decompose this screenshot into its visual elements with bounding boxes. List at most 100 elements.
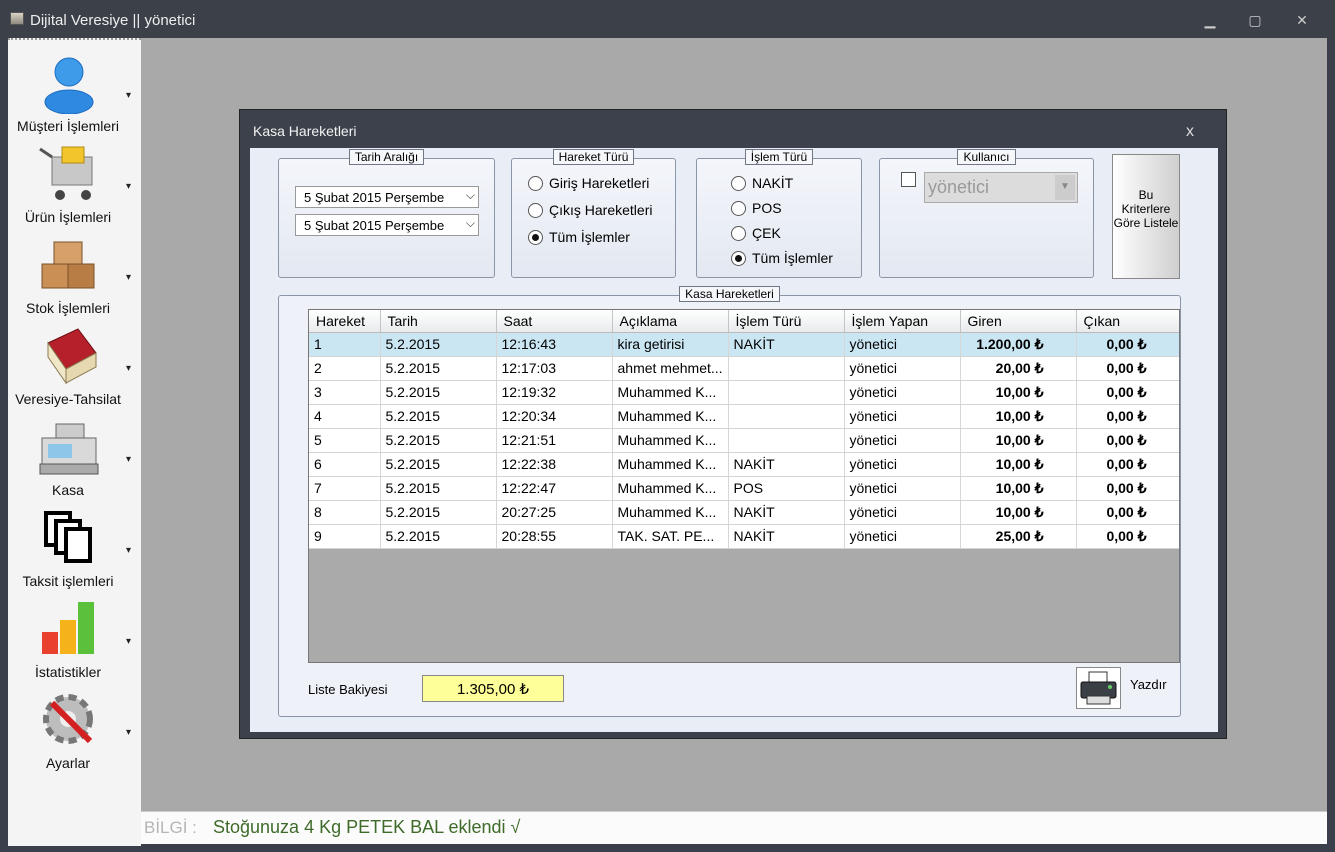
column-header[interactable]: Çıkan <box>1076 310 1179 333</box>
chevron-down-icon[interactable]: ▾ <box>126 545 131 556</box>
table-cell: NAKİT <box>728 524 845 549</box>
chevron-down-icon[interactable]: ▾ <box>126 454 131 465</box>
table-cell: 3 <box>309 380 381 405</box>
date-to-picker[interactable]: 5 Şubat 2015 Perşembe ⌵ <box>295 214 479 236</box>
column-header[interactable]: Hareket <box>309 310 381 333</box>
chevron-down-icon[interactable]: ▾ <box>126 636 131 647</box>
radio-button[interactable] <box>528 203 543 218</box>
cash-register-icon <box>39 423 99 475</box>
date-from-value: 5 Şubat 2015 Perşembe <box>304 190 445 205</box>
table-cell: 9 <box>309 524 381 549</box>
table-cell: Muhammed K... <box>612 404 729 429</box>
table-cell: 2 <box>309 356 381 381</box>
sidebar-item-customers[interactable]: Müşteri İşlemleri ▾ <box>8 46 141 137</box>
table-cell: POS <box>728 476 845 501</box>
sidebar-item-settings[interactable]: Ayarlar ▾ <box>8 683 141 774</box>
maximize-button[interactable]: ▢ <box>1245 12 1265 30</box>
date-from-picker[interactable]: 5 Şubat 2015 Perşembe ⌵ <box>295 186 479 208</box>
print-label[interactable]: Yazdır <box>1130 677 1167 692</box>
radio-button[interactable] <box>528 176 543 191</box>
table-cell: 5.2.2015 <box>380 476 497 501</box>
radio-button[interactable] <box>731 226 746 241</box>
table-cell: 10,00 ₺ <box>960 500 1077 525</box>
sidebar-item-stock[interactable]: Stok İşlemleri ▾ <box>8 228 141 319</box>
group-legend: Hareket Türü <box>552 149 635 165</box>
copy-icon <box>44 511 92 563</box>
table-row[interactable]: 2 5.2.2015 12:17:03 ahmet mehmet... yönetici… <box>309 356 1179 381</box>
table-cell <box>728 428 845 453</box>
column-header[interactable]: Saat <box>496 310 613 333</box>
user-filter-checkbox[interactable] <box>901 172 916 187</box>
boxes-icon <box>41 241 95 289</box>
table-cell: yönetici <box>844 380 961 405</box>
settings-icon <box>43 694 93 744</box>
movements-table[interactable]: Hareket Tarih Saat Açıklama İşlem Türü İşlem … <box>308 309 1180 663</box>
table-cell: 12:16:43 <box>496 332 613 357</box>
dialog-close-button[interactable]: x <box>1186 123 1194 141</box>
chevron-down-icon[interactable]: ▼ <box>1055 175 1075 200</box>
radio-incoming[interactable]: Giriş Hareketleri <box>528 175 649 193</box>
table-cell: yönetici <box>844 524 961 549</box>
table-cell: 10,00 ₺ <box>960 404 1077 429</box>
dialog-body: Tarih Aralığı 5 Şubat 2015 Perşembe ⌵ 5 … <box>250 148 1218 732</box>
column-header[interactable]: İşlem Yapan <box>844 310 961 333</box>
table-row[interactable]: 8 5.2.2015 20:27:25 Muhammed K... NAKİT yönet… <box>309 500 1179 525</box>
radio-all-movements[interactable]: Tüm İşlemler <box>528 229 630 247</box>
table-cell: 0,00 ₺ <box>1076 428 1179 453</box>
column-header[interactable]: Giren <box>960 310 1077 333</box>
table-cell: yönetici <box>844 500 961 525</box>
sidebar-item-installments[interactable]: Taksit işlemleri ▾ <box>8 501 141 592</box>
chevron-down-icon[interactable]: ⌵ <box>466 216 475 231</box>
table-cell: 20:28:55 <box>496 524 613 549</box>
bar-chart-icon <box>42 602 94 654</box>
radio-outgoing[interactable]: Çıkış Hareketleri <box>528 202 652 220</box>
printer-icon-graphic <box>1080 671 1117 705</box>
table-row[interactable]: 7 5.2.2015 12:22:47 Muhammed K... POS yönetic… <box>309 476 1179 501</box>
column-header[interactable]: Açıklama <box>612 310 729 333</box>
table-cell: NAKİT <box>728 332 845 357</box>
table-row[interactable]: 3 5.2.2015 12:19:32 Muhammed K... yönetici 10… <box>309 380 1179 405</box>
table-cell: Muhammed K... <box>612 500 729 525</box>
table-row[interactable]: 1 5.2.2015 12:16:43 kira getirisi NAKİT yönet… <box>309 332 1179 357</box>
chevron-down-icon[interactable]: ▾ <box>126 727 131 738</box>
radio-pos[interactable]: POS <box>731 200 782 218</box>
table-cell: 5.2.2015 <box>380 380 497 405</box>
radio-button[interactable] <box>731 251 746 266</box>
chevron-down-icon[interactable]: ▾ <box>126 181 131 192</box>
list-by-criteria-button[interactable]: Bu Kriterlere Göre Listele <box>1112 154 1180 279</box>
sidebar-item-statistics[interactable]: İstatistikler ▾ <box>8 592 141 683</box>
radio-all-transactions[interactable]: Tüm İşlemler <box>731 250 833 268</box>
table-cell: NAKİT <box>728 500 845 525</box>
sidebar-item-credit[interactable]: Veresiye-Tahsilat ▾ <box>8 319 141 410</box>
balance-label: Liste Bakiyesi <box>308 682 388 697</box>
table-row[interactable]: 4 5.2.2015 12:20:34 Muhammed K... yönetici 10… <box>309 404 1179 429</box>
radio-check[interactable]: ÇEK <box>731 225 781 243</box>
table-cell: ahmet mehmet... <box>612 356 729 381</box>
sidebar-label: Veresiye-Tahsilat <box>15 391 121 407</box>
sidebar-label: Müşteri İşlemleri <box>17 118 119 134</box>
sidebar-item-products[interactable]: Ürün İşlemleri ▾ <box>8 137 141 228</box>
table-cell: yönetici <box>844 404 961 429</box>
printer-icon[interactable] <box>1076 667 1121 709</box>
radio-button[interactable] <box>731 201 746 216</box>
chevron-down-icon[interactable]: ▾ <box>126 90 131 101</box>
chevron-down-icon[interactable]: ▾ <box>126 363 131 374</box>
chevron-down-icon[interactable]: ⌵ <box>466 188 475 203</box>
chevron-down-icon[interactable]: ▾ <box>126 272 131 283</box>
column-header[interactable]: İşlem Türü <box>728 310 845 333</box>
column-header[interactable]: Tarih <box>380 310 497 333</box>
table-cell: yönetici <box>844 476 961 501</box>
table-row[interactable]: 5 5.2.2015 12:21:51 Muhammed K... yönetici 10… <box>309 428 1179 453</box>
user-select-value: yönetici <box>928 177 990 197</box>
radio-button[interactable] <box>731 176 746 191</box>
radio-button[interactable] <box>528 230 543 245</box>
table-row[interactable]: 9 5.2.2015 20:28:55 TAK. SAT. PE... NAKİT yön… <box>309 524 1179 549</box>
radio-cash[interactable]: NAKİT <box>731 175 793 193</box>
user-select[interactable]: yönetici ▼ <box>924 172 1078 203</box>
close-button[interactable]: ✕ <box>1292 12 1312 30</box>
table-row[interactable]: 6 5.2.2015 12:22:38 Muhammed K... NAKİT yönet… <box>309 452 1179 477</box>
minimize-button[interactable]: ▁ <box>1200 12 1220 30</box>
sidebar-item-cash[interactable]: Kasa ▾ <box>8 410 141 501</box>
table-cell: 10,00 ₺ <box>960 452 1077 477</box>
radio-label: Giriş Hareketleri <box>549 175 650 191</box>
